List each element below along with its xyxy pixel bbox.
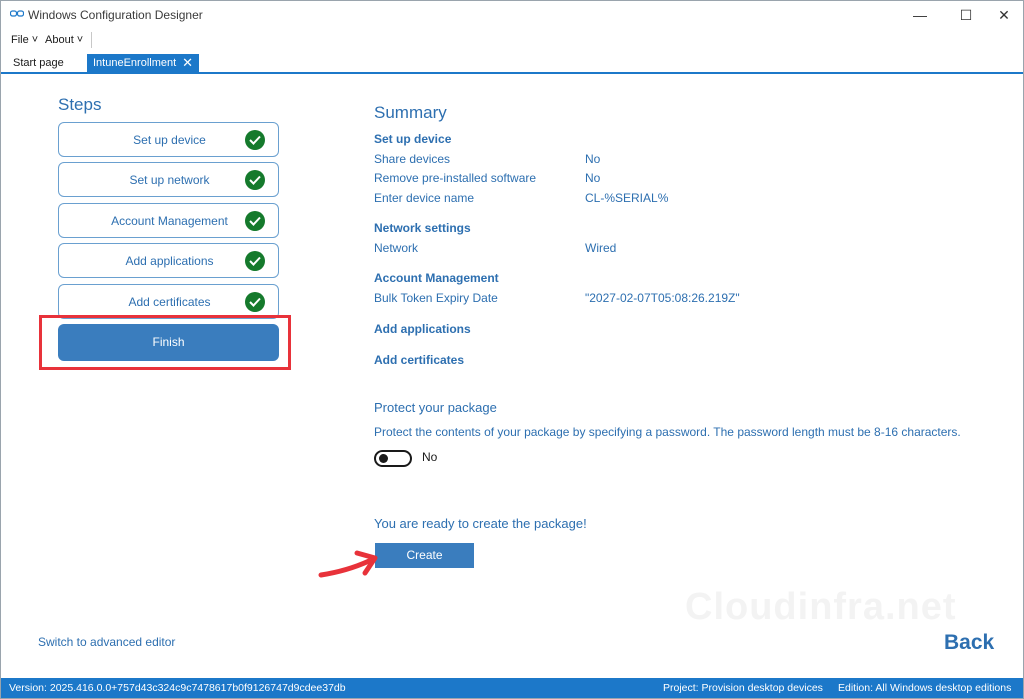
toggle-state-label: No bbox=[422, 450, 438, 464]
check-icon bbox=[245, 170, 265, 190]
tab-bar: Start page IntuneEnrollment ✕ bbox=[1, 54, 1023, 74]
check-icon bbox=[245, 211, 265, 231]
summary-row-label: Bulk Token Expiry Date bbox=[374, 291, 498, 305]
step-set-up-network[interactable]: Set up network bbox=[58, 162, 279, 197]
summary-row-label: Share devices bbox=[374, 152, 451, 166]
step-add-applications[interactable]: Add applications bbox=[58, 243, 279, 278]
watermark: Cloudinfra.net bbox=[685, 586, 957, 628]
summary-row-value: No bbox=[585, 152, 601, 166]
close-window-button[interactable]: ✕ bbox=[987, 4, 1021, 26]
status-version: Version: 2025.416.0.0+757d43c324c9c74786… bbox=[9, 682, 346, 694]
tab-start-page[interactable]: Start page bbox=[7, 54, 70, 72]
summary-row-value: No bbox=[585, 171, 601, 185]
protect-description: Protect the contents of your package by … bbox=[374, 425, 961, 439]
summary-row-label: Enter device name bbox=[374, 191, 475, 205]
red-arrow-annotation-icon bbox=[318, 550, 378, 578]
protect-heading: Protect your package bbox=[374, 400, 497, 415]
check-icon bbox=[245, 251, 265, 271]
steps-heading: Steps bbox=[58, 95, 102, 114]
toggle-knob bbox=[379, 454, 388, 463]
summary-section-heading: Account Management bbox=[374, 271, 499, 285]
summary-section-heading: Add certificates bbox=[374, 353, 465, 367]
menu-divider bbox=[91, 32, 92, 48]
summary-row-value: Wired bbox=[585, 241, 617, 255]
ready-message: You are ready to create the package! bbox=[374, 516, 587, 531]
tab-label: IntuneEnrollment bbox=[93, 57, 177, 69]
finish-highlight-box bbox=[39, 315, 291, 370]
title-bar: Windows Configuration Designer — ☐ ✕ bbox=[1, 1, 1023, 30]
check-icon bbox=[245, 292, 265, 312]
advanced-editor-link[interactable]: Switch to advanced editor bbox=[38, 635, 175, 649]
tab-intune-enrollment[interactable]: IntuneEnrollment ✕ bbox=[87, 54, 199, 72]
status-bar: Version: 2025.416.0.0+757d43c324c9c74786… bbox=[1, 678, 1023, 698]
step-account-management[interactable]: Account Management bbox=[58, 203, 279, 238]
summary-row-label: Remove pre-installed software bbox=[374, 171, 537, 185]
menu-bar: File ˅ About ˅ bbox=[1, 30, 1023, 53]
window-title: Windows Configuration Designer bbox=[28, 8, 203, 22]
app-logo-icon bbox=[10, 10, 24, 17]
status-edition: Edition: All Windows desktop editions bbox=[838, 682, 1012, 694]
app-window: Windows Configuration Designer — ☐ ✕ Fil… bbox=[0, 0, 1024, 699]
summary-row-value: CL-%SERIAL% bbox=[585, 191, 669, 205]
summary-row-label: Network bbox=[374, 241, 419, 255]
summary-section-heading: Add applications bbox=[374, 322, 471, 336]
summary-title: Summary bbox=[374, 103, 447, 122]
check-icon bbox=[245, 130, 265, 150]
step-set-up-device[interactable]: Set up device bbox=[58, 122, 279, 157]
minimize-button[interactable]: — bbox=[903, 4, 937, 26]
summary-row-value: "2027-02-07T05:08:26.219Z" bbox=[585, 291, 740, 305]
menu-file[interactable]: File ˅ bbox=[11, 34, 38, 46]
summary-section-heading: Network settings bbox=[374, 221, 471, 235]
back-button[interactable]: Back bbox=[944, 631, 994, 655]
step-add-certificates[interactable]: Add certificates bbox=[58, 284, 279, 319]
tab-close-icon[interactable]: ✕ bbox=[182, 54, 193, 72]
menu-about[interactable]: About ˅ bbox=[45, 34, 83, 46]
status-project: Project: Provision desktop devices bbox=[663, 682, 823, 694]
summary-section-heading: Set up device bbox=[374, 132, 452, 146]
maximize-button[interactable]: ☐ bbox=[949, 4, 983, 26]
password-toggle[interactable] bbox=[374, 450, 412, 467]
